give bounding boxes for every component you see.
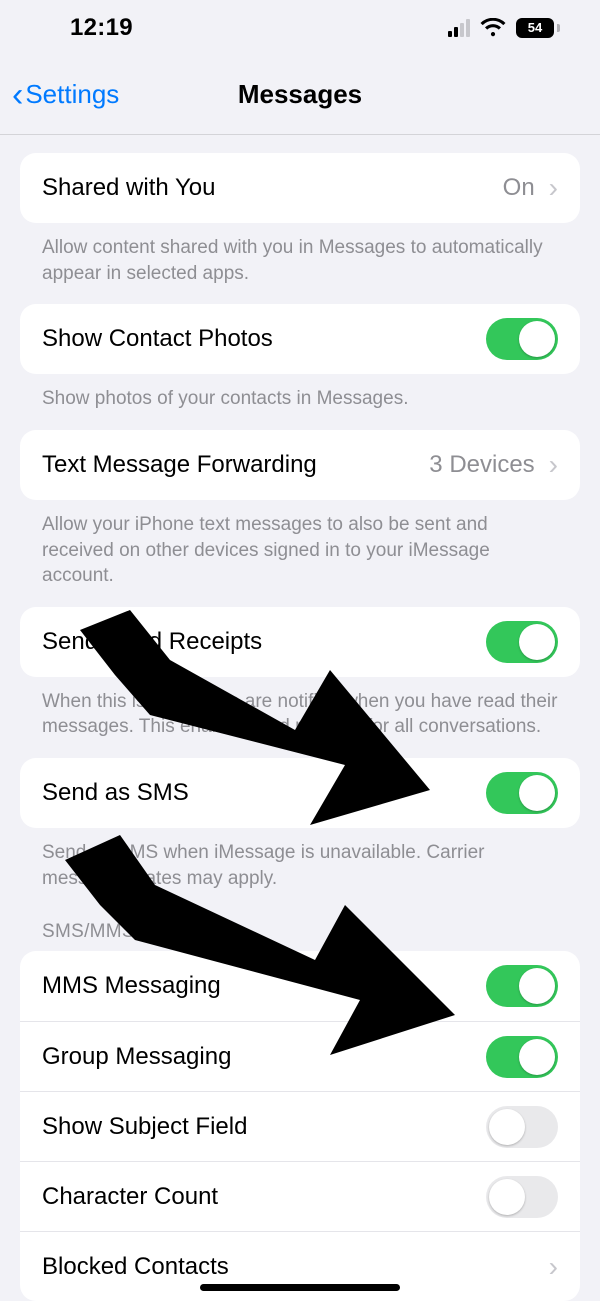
row-shared-with-you[interactable]: Shared with You On ›: [20, 153, 580, 223]
toggle-mms-messaging[interactable]: [486, 965, 558, 1007]
row-label: Text Message Forwarding: [42, 451, 317, 479]
row-value: 3 Devices: [429, 451, 534, 479]
row-group-messaging: Group Messaging: [20, 1021, 580, 1091]
chevron-right-icon: ›: [549, 172, 558, 204]
home-indicator: [200, 1284, 400, 1291]
settings-list: Shared with You On › Allow content share…: [0, 153, 600, 1301]
row-character-count: Character Count: [20, 1161, 580, 1231]
toggle-show-subject-field[interactable]: [486, 1106, 558, 1148]
row-footer: Allow your iPhone text messages to also …: [20, 500, 580, 589]
row-show-contact-photos: Show Contact Photos: [20, 304, 580, 374]
row-text-message-forwarding[interactable]: Text Message Forwarding 3 Devices ›: [20, 430, 580, 500]
toggle-show-contact-photos[interactable]: [486, 318, 558, 360]
nav-bar: ‹ Settings Messages: [0, 55, 600, 135]
row-label: Shared with You: [42, 174, 215, 202]
cellular-icon: [448, 19, 470, 37]
row-label: Send Read Receipts: [42, 628, 262, 656]
wifi-icon: [480, 18, 506, 38]
row-footer: When this is on, people are notified whe…: [20, 677, 580, 740]
chevron-right-icon: ›: [549, 449, 558, 481]
row-label: Show Subject Field: [42, 1113, 247, 1141]
toggle-send-read-receipts[interactable]: [486, 621, 558, 663]
status-bar: 12:19 54: [0, 0, 600, 55]
row-show-subject-field: Show Subject Field: [20, 1091, 580, 1161]
row-mms-messaging: MMS Messaging: [20, 951, 580, 1021]
row-send-as-sms: Send as SMS: [20, 758, 580, 828]
toggle-character-count[interactable]: [486, 1176, 558, 1218]
chevron-right-icon: ›: [549, 1251, 558, 1283]
toggle-send-as-sms[interactable]: [486, 772, 558, 814]
row-label: Send as SMS: [42, 779, 189, 807]
row-footer: Allow content shared with you in Message…: [20, 223, 580, 286]
row-footer: Send as SMS when iMessage is unavailable…: [20, 828, 580, 891]
row-label: Blocked Contacts: [42, 1253, 229, 1281]
section-header-sms-mms: SMS/MMS: [20, 891, 580, 951]
page-title: Messages: [238, 79, 362, 110]
row-label: MMS Messaging: [42, 972, 221, 1000]
status-time: 12:19: [70, 14, 133, 42]
toggle-group-messaging[interactable]: [486, 1036, 558, 1078]
row-label: Show Contact Photos: [42, 325, 273, 353]
back-label: Settings: [25, 79, 119, 110]
back-button[interactable]: ‹ Settings: [12, 79, 119, 110]
row-label: Character Count: [42, 1183, 218, 1211]
row-footer: Show photos of your contacts in Messages…: [20, 374, 580, 412]
row-send-read-receipts: Send Read Receipts: [20, 607, 580, 677]
row-value: On: [503, 174, 535, 202]
row-label: Group Messaging: [42, 1043, 231, 1071]
battery-icon: 54: [516, 18, 560, 38]
